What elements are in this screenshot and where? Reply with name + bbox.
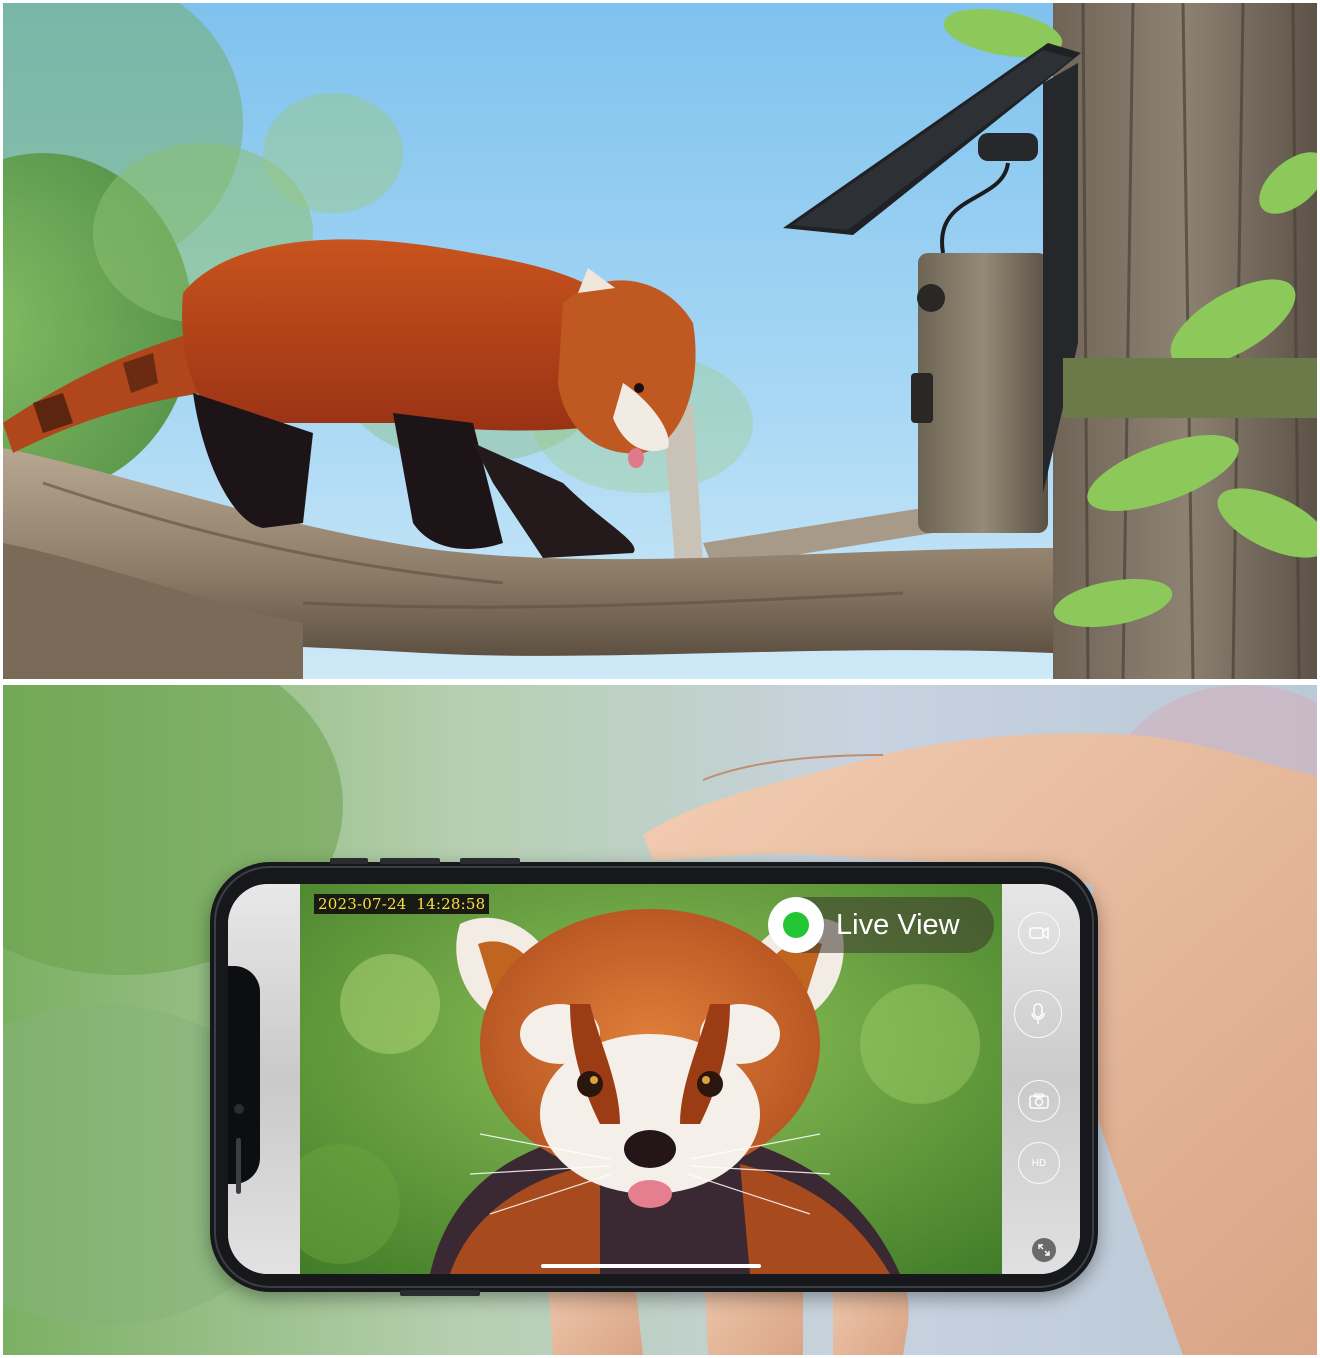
control-sidebar: HD <box>1002 884 1080 1274</box>
side-button <box>460 858 520 864</box>
camera-snapshot-icon[interactable] <box>1018 1080 1060 1122</box>
front-camera-icon <box>234 1104 244 1114</box>
side-button <box>400 1290 480 1296</box>
home-indicator[interactable] <box>541 1264 761 1268</box>
microphone-icon[interactable] <box>1014 990 1062 1038</box>
top-photo-panel <box>3 3 1317 679</box>
speaker-icon <box>236 1138 241 1194</box>
video-timestamp: 2023-07-24 14:28:58 <box>314 894 490 914</box>
fullscreen-icon[interactable] <box>1032 1238 1056 1262</box>
live-view-badge: Live View <box>768 897 994 953</box>
red-panda-eye <box>577 1071 603 1097</box>
video-record-icon[interactable] <box>1018 912 1060 954</box>
red-panda-nose <box>624 1130 676 1168</box>
hd-label: HD <box>1031 1157 1047 1169</box>
red-panda-on-branch-scene <box>3 3 1317 679</box>
hd-toggle-icon[interactable]: HD <box>1018 1142 1060 1184</box>
phone-notch <box>228 966 260 1194</box>
live-view-label: Live View <box>836 909 960 941</box>
red-panda-eye <box>697 1071 723 1097</box>
live-status-indicator <box>768 897 824 953</box>
red-panda-tongue <box>628 1180 672 1208</box>
phone-screen: HD 2023-07-24 14:28:58 Live View <box>228 884 1080 1274</box>
live-dot-icon <box>783 912 809 938</box>
side-button <box>330 858 368 864</box>
side-button <box>380 858 440 864</box>
